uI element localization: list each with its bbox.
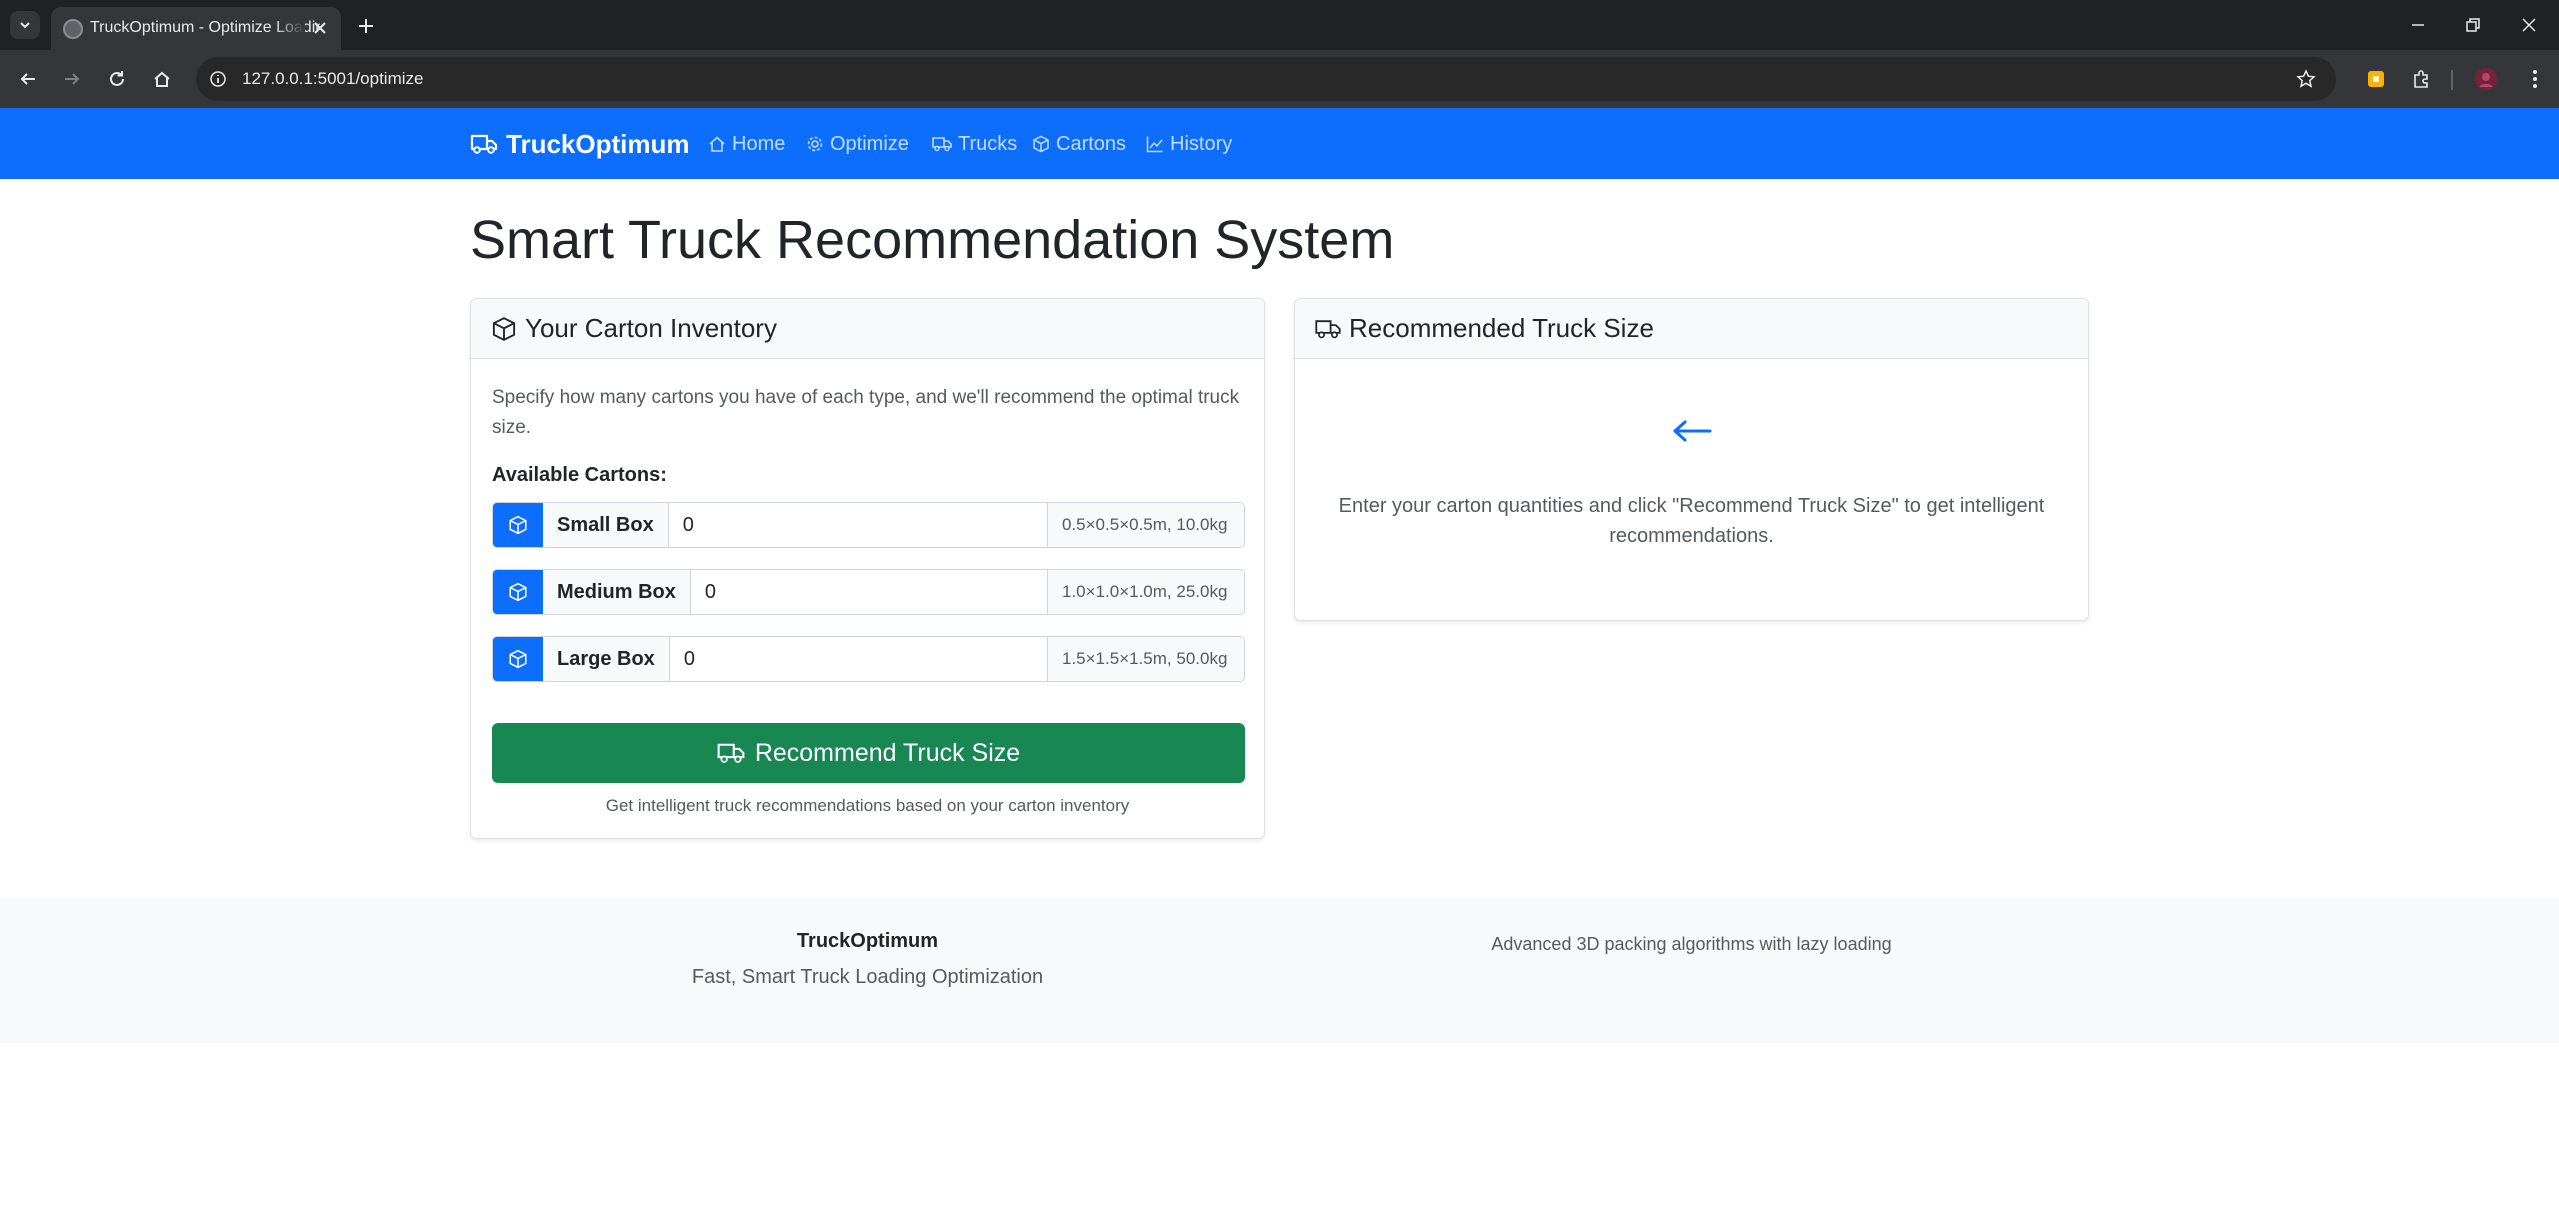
- card-header: Recommended Truck Size: [1295, 299, 2088, 359]
- nav-link-label: Trucks: [958, 132, 1018, 155]
- puzzle-extensions-icon[interactable]: [2405, 63, 2437, 95]
- bookmark-star-icon[interactable]: [2294, 67, 2318, 91]
- tab-close-button[interactable]: [309, 17, 331, 39]
- nav-link-home[interactable]: Home: [708, 130, 785, 158]
- minimize-button[interactable]: [2398, 8, 2438, 42]
- chevron-down-icon: [20, 22, 30, 29]
- nav-link-label: Optimize: [830, 132, 909, 155]
- close-icon: [2522, 18, 2536, 32]
- truck-icon: [717, 743, 745, 763]
- home-icon: [154, 71, 170, 87]
- restore-button[interactable]: [2453, 8, 2493, 42]
- nav-link-cartons[interactable]: Cartons: [1032, 130, 1126, 158]
- card-title: Your Carton Inventory: [525, 313, 777, 343]
- carton-spec: 1.0×1.0×1.0m, 25.0kg: [1047, 570, 1244, 614]
- box-icon: [493, 637, 543, 681]
- address-bar[interactable]: 127.0.0.1:5001/optimize: [196, 57, 2336, 101]
- card-title: Recommended Truck Size: [1349, 313, 1654, 343]
- close-window-button[interactable]: [2509, 8, 2549, 42]
- more-vert-icon: [2533, 70, 2537, 88]
- footer-brand: TruckOptimum: [796, 930, 939, 952]
- restore-icon: [2466, 18, 2480, 32]
- carton-spec: 1.5×1.5×1.5m, 50.0kg: [1047, 637, 1244, 681]
- plus-icon: [359, 19, 373, 33]
- browser-tab-bar: TruckOptimum - Optimize Loading: [0, 0, 2559, 50]
- medium-box-quantity-input[interactable]: [690, 570, 1047, 614]
- box-icon: [493, 503, 543, 547]
- button-label: Recommend Truck Size: [754, 738, 1021, 767]
- nav-link-label: Cartons: [1056, 132, 1127, 155]
- available-cartons-label: Available Cartons:: [492, 464, 667, 486]
- browser-menu-button[interactable]: [2519, 63, 2551, 95]
- new-tab-button[interactable]: [352, 12, 380, 40]
- carton-name: Medium Box: [543, 570, 691, 614]
- profile-avatar[interactable]: [2470, 63, 2502, 95]
- footer: TruckOptimum Fast, Smart Truck Loading O…: [0, 898, 2559, 1043]
- arrow-left-icon: [1673, 420, 1711, 442]
- box-icon: [493, 570, 543, 614]
- tab-search-button[interactable]: [10, 11, 40, 39]
- recommended-truck-card: Recommended Truck Size Enter your carton…: [1294, 298, 2089, 621]
- recommend-hint: Get intelligent truck recommendations ba…: [605, 796, 1130, 815]
- brand-label: TruckOptimum: [506, 128, 690, 159]
- truck-icon: [470, 134, 498, 154]
- carton-row-medium: Medium Box 1.0×1.0×1.0m, 25.0kg: [492, 569, 1245, 615]
- nav-link-history[interactable]: History: [1146, 130, 1232, 158]
- nav-link-label: History: [1170, 132, 1233, 155]
- reload-icon: [110, 71, 124, 86]
- site-info-icon[interactable]: [206, 67, 230, 91]
- url-text: 127.0.0.1:5001/optimize: [242, 69, 424, 88]
- minimize-icon: [2412, 24, 2424, 26]
- gear-icon: [807, 136, 823, 152]
- extension-icon[interactable]: [2360, 63, 2392, 95]
- chart-line-icon: [1146, 136, 1163, 153]
- toolbar-separator: [2451, 70, 2453, 90]
- navbar-brand[interactable]: TruckOptimum: [470, 128, 689, 160]
- box-icon: [492, 316, 516, 341]
- home-button[interactable]: [146, 63, 178, 95]
- recommend-truck-size-button[interactable]: Recommend Truck Size: [492, 723, 1245, 783]
- back-button[interactable]: [12, 63, 44, 95]
- globe-icon: [63, 19, 83, 39]
- house-icon: [709, 136, 725, 152]
- carton-row-large: Large Box 1.5×1.5×1.5m, 50.0kg: [492, 636, 1245, 682]
- carton-row-small: Small Box 0.5×0.5×0.5m, 10.0kg: [492, 502, 1245, 548]
- page-title: Smart Truck Recommendation System: [470, 210, 1395, 270]
- footer-info: Advanced 3D packing algorithms with lazy…: [1491, 934, 1892, 954]
- arrow-right-icon: [65, 73, 80, 85]
- close-icon: [314, 22, 326, 34]
- large-box-quantity-input[interactable]: [669, 637, 1047, 681]
- nav-link-label: Home: [732, 132, 786, 155]
- carton-name: Small Box: [543, 503, 669, 547]
- small-box-quantity-input[interactable]: [668, 503, 1047, 547]
- recommendation-placeholder: Enter your carton quantities and click "…: [1338, 495, 2045, 547]
- nav-link-optimize[interactable]: Optimize: [806, 130, 909, 158]
- browser-tab[interactable]: TruckOptimum - Optimize Loading: [51, 7, 341, 50]
- carton-inventory-card: Your Carton Inventory Specify how many c…: [470, 298, 1265, 839]
- footer-tagline: Fast, Smart Truck Loading Optimization: [691, 966, 1044, 988]
- truck-icon: [932, 137, 952, 152]
- card-header: Your Carton Inventory: [471, 299, 1264, 359]
- arrow-left-icon: [20, 73, 35, 85]
- inventory-description: Specify how many cartons you have of eac…: [492, 387, 1240, 438]
- reload-button[interactable]: [101, 63, 133, 95]
- carton-name: Large Box: [543, 637, 670, 681]
- truck-icon: [1315, 319, 1341, 338]
- carton-spec: 0.5×0.5×0.5m, 10.0kg: [1047, 503, 1244, 547]
- box-icon: [1033, 135, 1049, 153]
- forward-button[interactable]: [56, 63, 88, 95]
- browser-toolbar: 127.0.0.1:5001/optimize: [0, 50, 2559, 108]
- app-navbar: TruckOptimum Home Optimize Trucks Carton…: [0, 108, 2559, 179]
- nav-link-trucks[interactable]: Trucks: [932, 130, 1017, 158]
